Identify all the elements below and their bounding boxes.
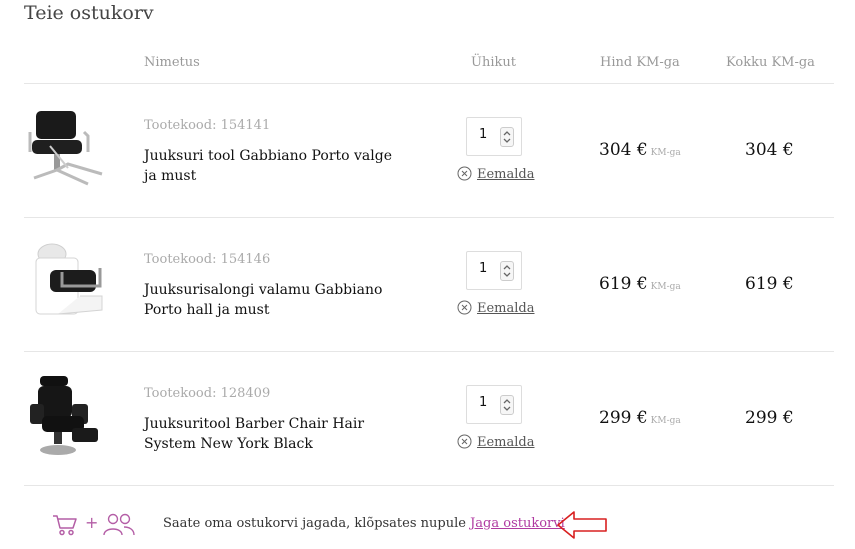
cart-icon bbox=[52, 513, 78, 541]
line-total: 304 € bbox=[745, 140, 794, 160]
quantity-stepper[interactable]: 1 bbox=[466, 117, 522, 156]
plus-sign: + bbox=[85, 513, 99, 532]
remove-label[interactable]: Eemalda bbox=[477, 167, 535, 182]
line-total: 619 € bbox=[745, 274, 794, 294]
spinner-icon[interactable] bbox=[500, 395, 514, 415]
remove-button[interactable]: Eemalda bbox=[457, 166, 535, 185]
remove-button[interactable]: Eemalda bbox=[457, 300, 535, 319]
product-code: Tootekood: 128409 bbox=[144, 386, 271, 401]
header-name: Nimetus bbox=[144, 55, 200, 70]
spinner-icon[interactable] bbox=[500, 127, 514, 147]
quantity-stepper[interactable]: 1 bbox=[466, 385, 522, 424]
price-value: 304 € bbox=[599, 140, 648, 160]
table-row: Tootekood: 154141 Juuksuri tool Gabbiano… bbox=[24, 84, 834, 218]
product-code: Tootekood: 154141 bbox=[144, 118, 271, 133]
product-image-styling-chair[interactable] bbox=[28, 106, 108, 191]
table-header: Nimetus Ühikut Hind KM-ga Kokku KM-ga bbox=[24, 48, 834, 84]
close-circle-icon bbox=[457, 434, 472, 453]
product-name[interactable]: Juuksurisalongi valamu Gabbiano Porto ha… bbox=[144, 280, 404, 320]
product-code: Tootekood: 154146 bbox=[144, 252, 271, 267]
price-value: 299 € bbox=[599, 408, 648, 428]
product-image-barber-chair[interactable] bbox=[28, 374, 108, 459]
remove-button[interactable]: Eemalda bbox=[457, 434, 535, 453]
quantity-value[interactable]: 1 bbox=[479, 127, 487, 142]
unit-price: 299 € KM-ga bbox=[599, 408, 681, 428]
quantity-value[interactable]: 1 bbox=[479, 261, 487, 276]
spinner-icon[interactable] bbox=[500, 261, 514, 281]
price-suffix: KM-ga bbox=[650, 282, 681, 292]
people-icon bbox=[102, 513, 136, 541]
price-suffix: KM-ga bbox=[650, 148, 681, 158]
remove-label[interactable]: Eemalda bbox=[477, 435, 535, 450]
table-row: Tootekood: 128409 Juuksuritool Barber Ch… bbox=[24, 352, 834, 486]
quantity-stepper[interactable]: 1 bbox=[466, 251, 522, 290]
table-row: Tootekood: 154146 Juuksurisalongi valamu… bbox=[24, 218, 834, 352]
share-cart-link[interactable]: Jaga ostukorvi bbox=[470, 516, 565, 531]
product-name[interactable]: Juuksuri tool Gabbiano Porto valge ja mu… bbox=[144, 146, 404, 186]
product-image-wash-unit[interactable] bbox=[28, 240, 108, 325]
quantity-value[interactable]: 1 bbox=[479, 395, 487, 410]
share-text: Saate oma ostukorvi jagada, klõpsates nu… bbox=[163, 516, 565, 531]
header-total: Kokku KM-ga bbox=[726, 55, 815, 70]
unit-price: 619 € KM-ga bbox=[599, 274, 681, 294]
page-title: Teie ostukorv bbox=[24, 2, 154, 24]
line-total: 299 € bbox=[745, 408, 794, 428]
price-suffix: KM-ga bbox=[650, 416, 681, 426]
share-cart-section: + Saate oma ostukorvi jagada, klõpsates … bbox=[52, 508, 652, 542]
product-name[interactable]: Juuksuritool Barber Chair Hair System Ne… bbox=[144, 414, 404, 454]
arrow-left-icon bbox=[555, 509, 609, 545]
share-description: Saate oma ostukorvi jagada, klõpsates nu… bbox=[163, 516, 466, 531]
header-qty: Ühikut bbox=[471, 55, 516, 70]
unit-price: 304 € KM-ga bbox=[599, 140, 681, 160]
header-price: Hind KM-ga bbox=[600, 55, 680, 70]
price-value: 619 € bbox=[599, 274, 648, 294]
close-circle-icon bbox=[457, 300, 472, 319]
remove-label[interactable]: Eemalda bbox=[477, 301, 535, 316]
close-circle-icon bbox=[457, 166, 472, 185]
